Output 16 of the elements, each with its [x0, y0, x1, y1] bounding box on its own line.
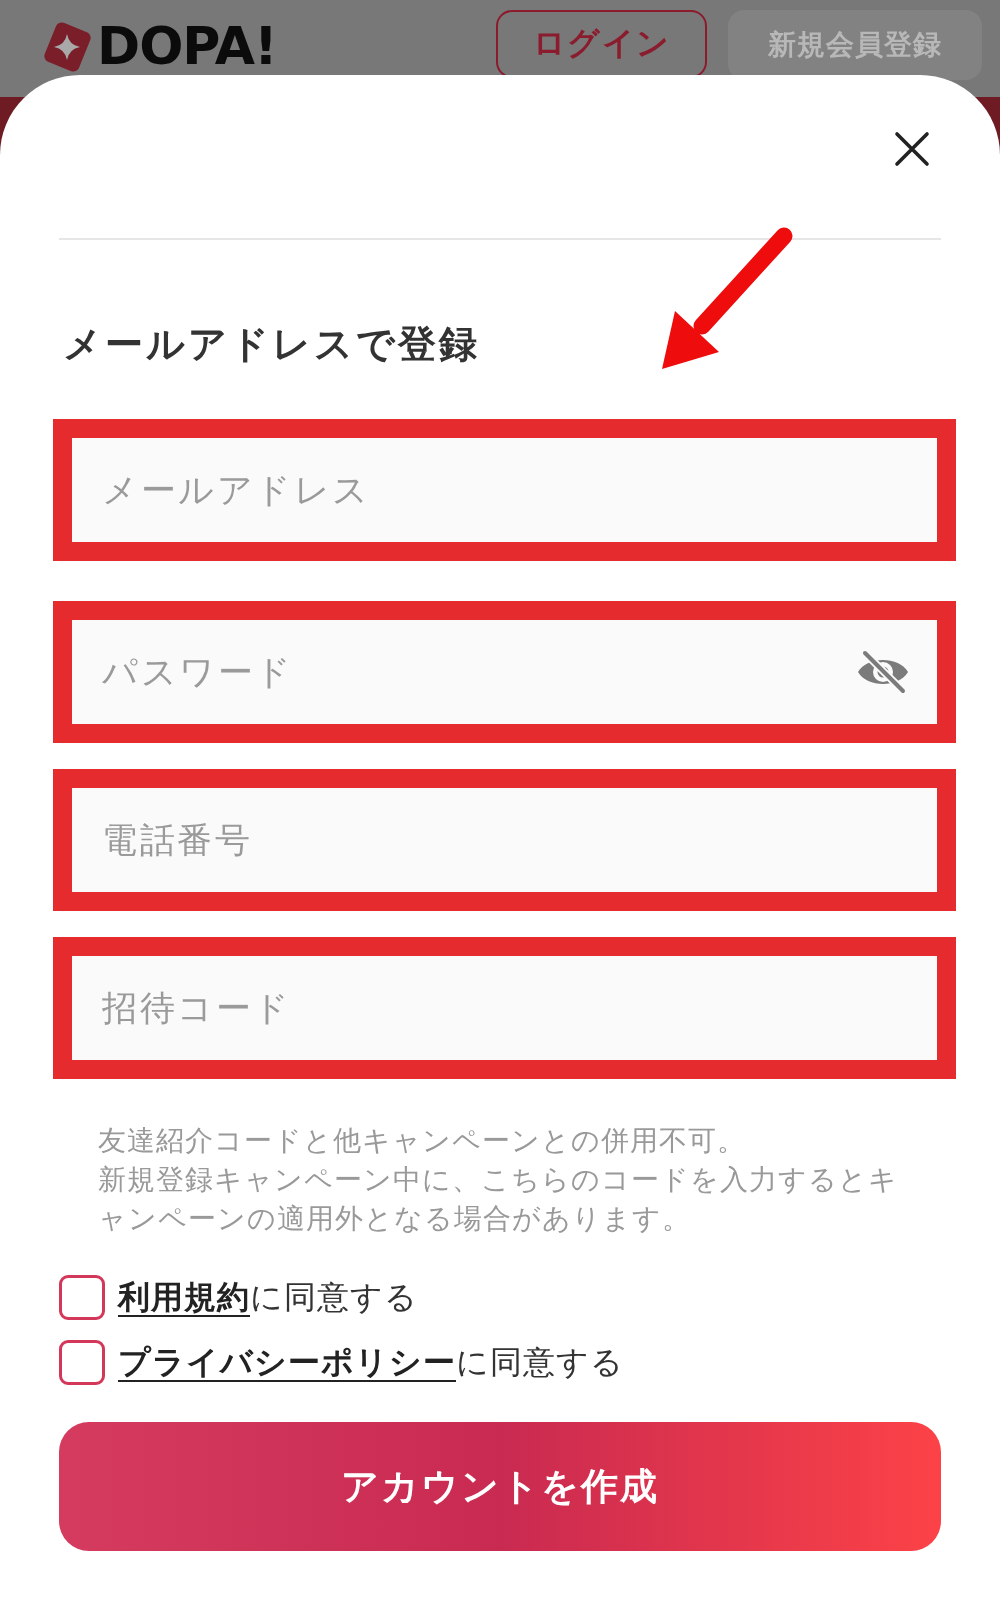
create-account-button[interactable]: アカウントを作成	[59, 1422, 941, 1551]
invite-code-field[interactable]: 招待コード	[72, 956, 937, 1060]
agreement-label: プライバシーポリシーに同意する	[118, 1342, 624, 1383]
referral-note: 新規登録キャンペーン中に、こちらのコードを入力するとキャンペーンの適用外となる場合があります。	[98, 1162, 898, 1237]
referral-note: 友達紹介コードと他キャンペーンとの併用不可。	[98, 1123, 747, 1159]
agreement-checkbox[interactable]	[59, 1275, 105, 1320]
password-field[interactable]: パスワード	[72, 620, 937, 724]
agreement-link[interactable]: プライバシーポリシー	[118, 1343, 456, 1381]
agreement-checkbox[interactable]	[59, 1340, 105, 1385]
agreement-label: 利用規約に同意する	[118, 1277, 418, 1318]
phone-field[interactable]: 電話番号	[72, 788, 937, 892]
form-heading: メールアドレスで登録	[63, 321, 480, 368]
agreement-link[interactable]: 利用規約	[118, 1278, 250, 1316]
logo-wordmark: DOPA!	[97, 18, 277, 76]
email-field[interactable]: メールアドレス	[72, 438, 937, 542]
eye-slash-icon[interactable]	[856, 649, 910, 695]
